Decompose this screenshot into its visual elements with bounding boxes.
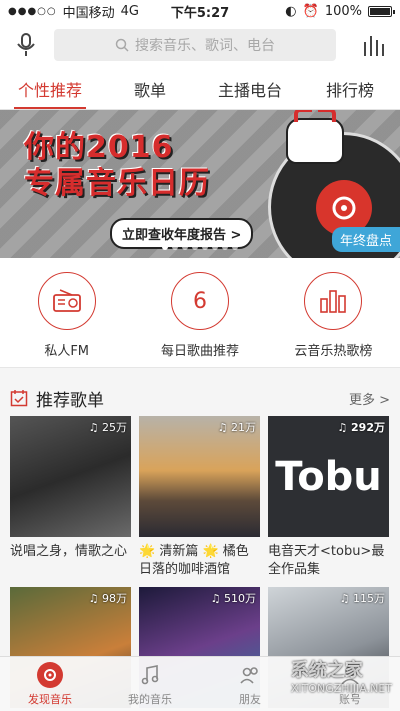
play-count: ♫ 98万 bbox=[88, 592, 127, 605]
quick-label: 云音乐热歌榜 bbox=[294, 344, 373, 359]
nav-discover[interactable]: 发现音乐 bbox=[0, 657, 100, 711]
status-left: ●●●○○ 中国移动 4G bbox=[8, 2, 139, 21]
playlist-card[interactable]: ♫ 25万 说唱之身，情歌之心 bbox=[10, 416, 131, 579]
play-count: ♫ 292万 bbox=[337, 421, 385, 434]
microphone-icon bbox=[17, 33, 35, 56]
radio-icon bbox=[52, 289, 81, 312]
cover-text: Tobu bbox=[275, 453, 382, 500]
battery-percent: 100% bbox=[324, 3, 362, 19]
recommend-playlists-header: 推荐歌单 更多 > bbox=[0, 380, 400, 416]
hot-chart-button[interactable]: 云音乐热歌榜 bbox=[267, 258, 400, 367]
netease-music-icon bbox=[37, 661, 63, 688]
search-icon bbox=[115, 38, 129, 52]
search-input[interactable]: 搜索音乐、歌词、电台 bbox=[54, 29, 336, 61]
banner-title-line1: 你的2016 bbox=[24, 130, 174, 165]
play-count-value: 115万 bbox=[353, 592, 385, 605]
lock-icon: ◐ bbox=[285, 3, 297, 19]
carousel-dot bbox=[222, 244, 228, 250]
more-link[interactable]: 更多 > bbox=[349, 389, 390, 408]
calendar-icon: 6 bbox=[170, 272, 229, 330]
playlist-cover: ♫ 25万 bbox=[10, 416, 131, 537]
banner-title: 你的2016 专属音乐日历 bbox=[14, 124, 294, 208]
play-count: ♫ 510万 bbox=[210, 592, 256, 605]
playlist-title: 说唱之身，情歌之心 bbox=[10, 544, 128, 559]
quick-circle bbox=[304, 272, 363, 330]
playlist-cover: ♫ 21万 bbox=[139, 416, 260, 537]
status-right: ◐ ⏰ 100% bbox=[285, 3, 395, 19]
private-fm-button[interactable]: 私人FM bbox=[0, 258, 133, 367]
playlist-card[interactable]: ♫ 21万 🌟 清新篇 🌟 橘色日落的咖啡酒馆 bbox=[139, 416, 260, 579]
playlist-title: 🌟 清新篇 🌟 橘色日落的咖啡酒馆 bbox=[139, 544, 249, 577]
signal-icon: ●●●○○ bbox=[8, 5, 57, 17]
carousel-dot bbox=[172, 244, 178, 250]
quick-circle bbox=[37, 272, 96, 330]
header: 搜索音乐、歌词、电台 bbox=[0, 22, 400, 68]
tab-radio[interactable]: 主播电台 bbox=[200, 68, 300, 109]
calendar-check-icon bbox=[10, 390, 28, 407]
tab-playlists[interactable]: 歌单 bbox=[100, 68, 200, 109]
carousel-dot bbox=[162, 244, 168, 250]
top-tabs: 个性推荐 歌单 主播电台 排行榜 bbox=[0, 68, 400, 110]
battery-icon bbox=[368, 5, 395, 17]
mascot-graphic bbox=[286, 110, 344, 164]
play-count-value: 98万 bbox=[102, 592, 127, 605]
music-note-icon bbox=[137, 662, 163, 688]
play-count-value: 292万 bbox=[351, 421, 385, 434]
voice-search-button[interactable] bbox=[12, 31, 40, 59]
play-count-value: 25万 bbox=[102, 421, 127, 434]
carousel-dot bbox=[182, 244, 188, 250]
carousel-dot bbox=[212, 244, 218, 250]
quick-label: 每日歌曲推荐 bbox=[160, 344, 239, 359]
carousel-dot bbox=[202, 244, 208, 250]
play-count-value: 510万 bbox=[224, 592, 256, 605]
play-count-value: 21万 bbox=[231, 421, 256, 434]
banner-title-line2: 专属音乐日历 bbox=[24, 166, 210, 201]
play-count: ♫ 115万 bbox=[339, 592, 385, 605]
search-placeholder: 搜索音乐、歌词、电台 bbox=[135, 38, 275, 54]
tab-charts[interactable]: 排行榜 bbox=[300, 68, 400, 109]
site-watermark: 系统之家 XITONGZHIJIA.NET bbox=[291, 656, 392, 695]
daily-recommend-button[interactable]: 6 每日歌曲推荐 bbox=[133, 258, 266, 367]
playlist-title: 电音天才<tobu>最全作品集 bbox=[268, 544, 385, 577]
nav-friends[interactable]: 朋友 bbox=[200, 657, 300, 711]
section-title: 推荐歌单 bbox=[36, 390, 104, 411]
carrier: 中国移动 bbox=[62, 5, 115, 21]
quick-actions: 私人FM 6 每日歌曲推荐 云音乐热歌榜 bbox=[0, 258, 400, 368]
network-type: 4G bbox=[120, 3, 140, 19]
alarm-icon: ⏰ bbox=[302, 3, 319, 19]
playlist-card[interactable]: Tobu ♫ 292万 电音天才<tobu>最全作品集 bbox=[268, 416, 389, 579]
carousel-dot bbox=[232, 244, 238, 250]
bar-chart-icon bbox=[320, 290, 347, 313]
watermark-main: 系统之家 bbox=[290, 660, 363, 681]
carousel-dot bbox=[192, 244, 198, 250]
friends-icon bbox=[237, 662, 263, 688]
status-bar: ●●●○○ 中国移动 4G 下午5:27 ◐ ⏰ 100% bbox=[0, 0, 400, 22]
tab-recommend[interactable]: 个性推荐 bbox=[0, 68, 100, 109]
nav-label: 发现音乐 bbox=[28, 692, 72, 706]
quick-label: 私人FM bbox=[44, 344, 90, 359]
nav-my-music[interactable]: 我的音乐 bbox=[100, 657, 200, 711]
watermark-sub: XITONGZHIJIA.NET bbox=[290, 682, 392, 695]
play-count: ♫ 25万 bbox=[88, 421, 127, 434]
nav-label: 朋友 bbox=[239, 692, 261, 706]
nav-label: 我的音乐 bbox=[128, 692, 172, 706]
promo-banner[interactable]: 你的2016 专属音乐日历 立即查收年度报告 > 年终盘点 bbox=[0, 110, 400, 258]
play-count: ♫ 21万 bbox=[217, 421, 256, 434]
carousel-indicator bbox=[0, 244, 400, 250]
equalizer-icon bbox=[364, 36, 384, 56]
playlist-cover: Tobu ♫ 292万 bbox=[268, 416, 389, 537]
now-playing-button[interactable] bbox=[360, 31, 388, 59]
